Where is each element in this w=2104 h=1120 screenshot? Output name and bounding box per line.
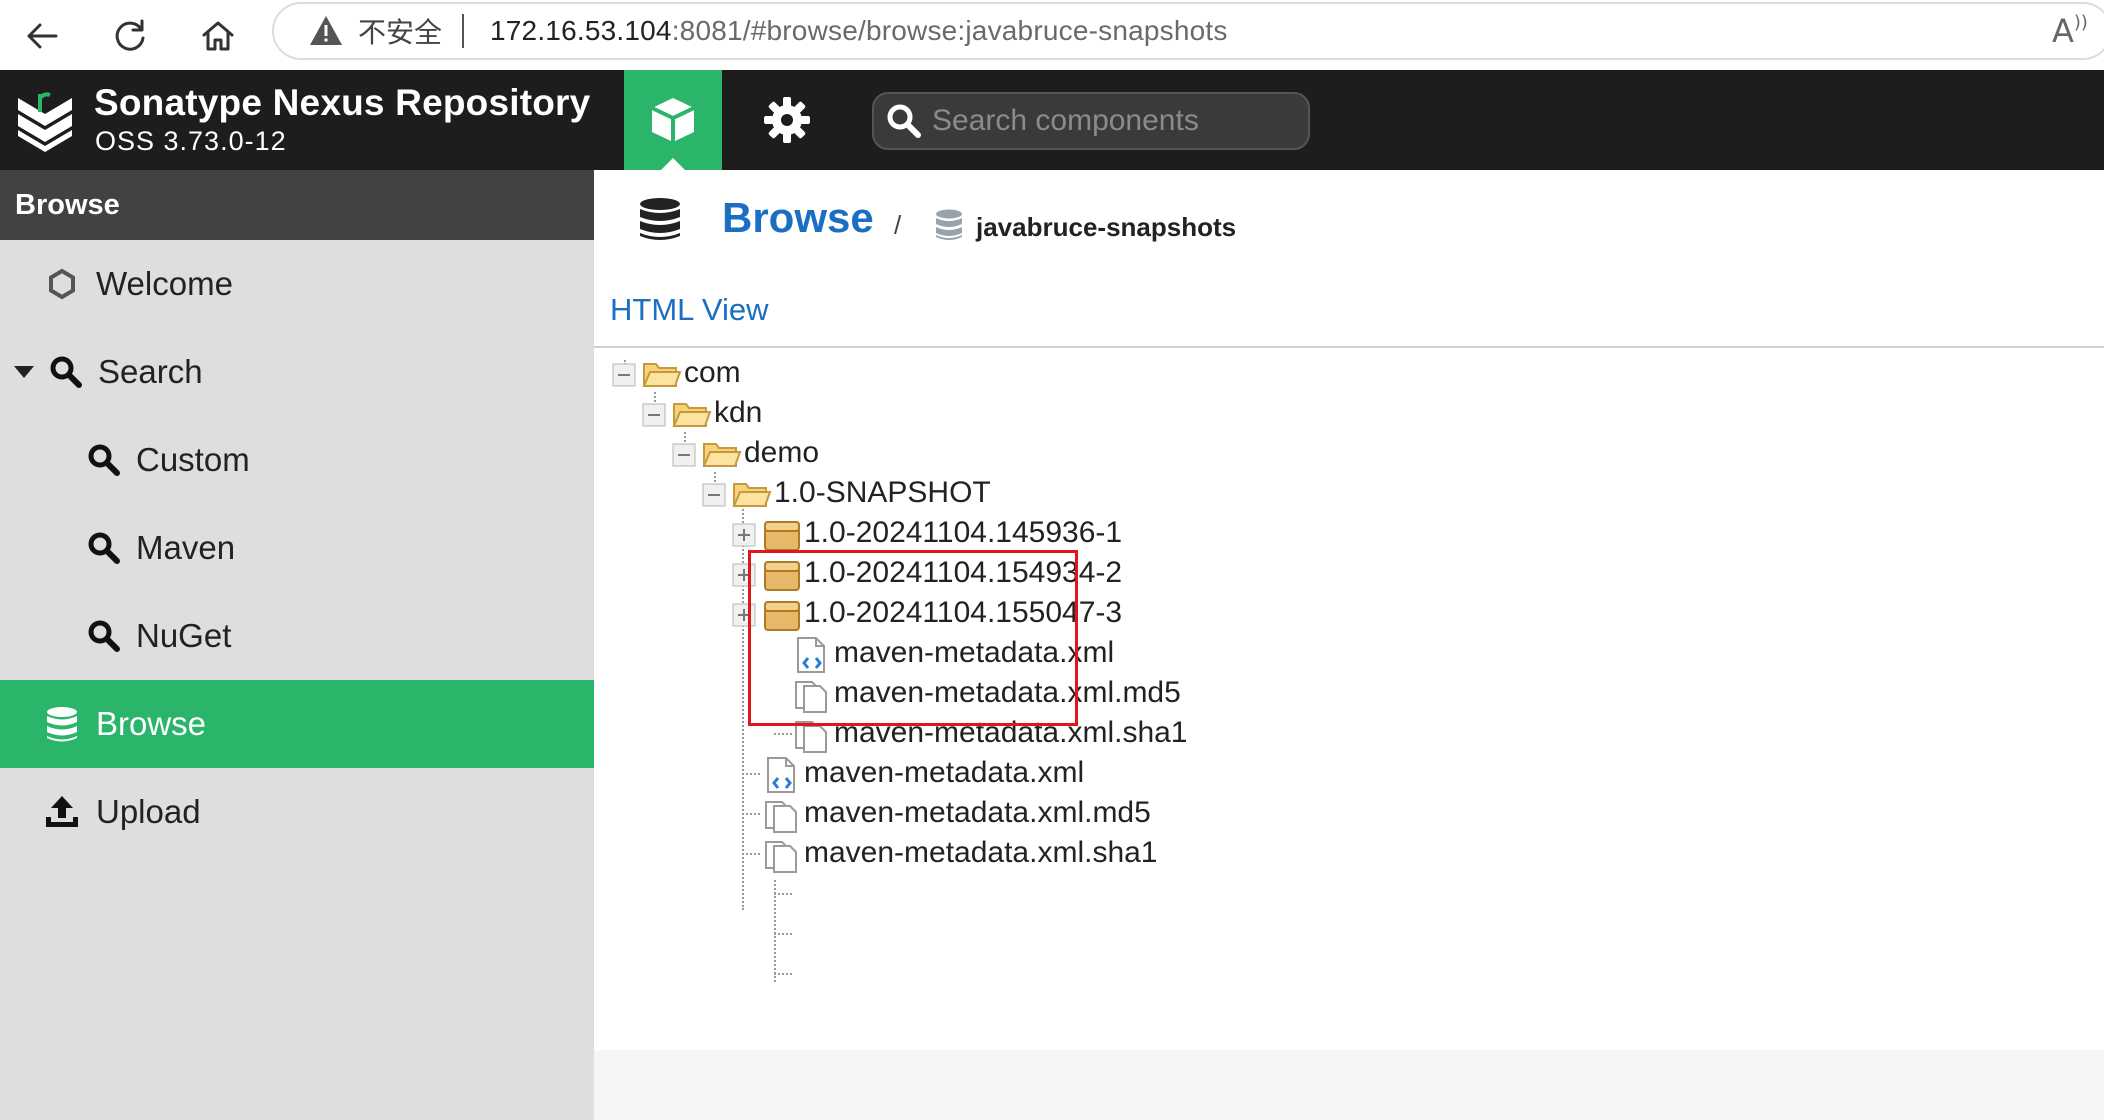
tree-node-label: 1.0-SNAPSHOT [774, 476, 991, 509]
sidebar-item-label: Upload [96, 793, 201, 830]
collapse-icon[interactable] [702, 483, 726, 507]
app-title: Sonatype Nexus Repository [94, 82, 591, 123]
sidebar-item-label: Welcome [96, 265, 233, 302]
tree-node-label: 1.0-20241104.145936-1 [804, 516, 1123, 549]
admin-mode-button[interactable] [738, 70, 836, 170]
browser-toolbar: 不安全 172.16.53.104:8081/#browse/browse:ja… [0, 0, 2104, 70]
breadcrumb-browse-link[interactable]: Browse [722, 194, 874, 242]
collapse-icon[interactable] [672, 443, 696, 467]
url-host: 172.16.53.104 [490, 15, 672, 46]
tree-node-label: maven-metadata.xml.sha1 [804, 836, 1158, 869]
address-separator [462, 14, 465, 48]
reload-button[interactable] [102, 8, 158, 64]
warning-icon[interactable] [308, 13, 344, 49]
app-version: OSS 3.73.0-12 [95, 126, 287, 156]
search-icon [84, 616, 124, 656]
sidebar-item-browse[interactable]: Browse [0, 680, 594, 768]
back-button[interactable] [14, 8, 70, 64]
expand-icon[interactable] [732, 523, 756, 547]
browse-panel: Browse / javabruce-snapshots HTML View c… [594, 170, 2104, 1050]
sidebar-heading: Browse [0, 170, 594, 240]
address-bar[interactable]: 不安全 172.16.53.104:8081/#browse/browse:ja… [272, 2, 2104, 60]
folder-open-icon [672, 403, 712, 427]
sidebar-item-search[interactable]: Search [0, 328, 594, 416]
folder-open-icon [642, 363, 682, 387]
repository-icon [936, 209, 962, 240]
folder-open-icon [732, 483, 772, 507]
highlight-box [748, 550, 1078, 726]
home-button[interactable] [190, 8, 246, 64]
security-label[interactable]: 不安全 [358, 11, 442, 51]
tree-node-label: maven-metadata.xml [804, 756, 1085, 789]
sidebar-item-label: NuGet [136, 617, 232, 654]
search-icon [84, 440, 124, 480]
sidebar-item-label: Maven [136, 529, 236, 566]
collapse-icon[interactable] [612, 363, 636, 387]
breadcrumb-separator: / [894, 210, 902, 240]
folder-open-icon [702, 443, 742, 467]
caret-down-icon[interactable] [14, 366, 34, 378]
tree-node-label: maven-metadata.xml.md5 [804, 796, 1151, 829]
collapse-icon[interactable] [642, 403, 666, 427]
browse-mode-button[interactable] [624, 70, 722, 170]
url-text[interactable]: 172.16.53.104:8081/#browse/browse:javabr… [490, 15, 1228, 47]
database-icon [42, 704, 82, 744]
search-icon [887, 104, 921, 138]
breadcrumb-repository: javabruce-snapshots [976, 212, 1237, 242]
hexagon-icon [42, 264, 82, 304]
upload-icon [42, 792, 82, 832]
reload-icon [115, 19, 145, 51]
html-view-link[interactable]: HTML View [610, 292, 768, 328]
sidebar: Browse Welcome Search Custom Maven NuGet [0, 170, 594, 1120]
breadcrumb: Browse / javabruce-snapshots [594, 170, 2104, 280]
sidebar-item-nuget[interactable]: NuGet [0, 592, 594, 680]
sidebar-item-custom[interactable]: Custom [0, 416, 594, 504]
tree-node-label: com [684, 356, 741, 389]
tree-node-label: kdn [714, 396, 763, 429]
sidebar-item-label: Custom [136, 441, 250, 478]
sidebar-item-welcome[interactable]: Welcome [0, 240, 594, 328]
sidebar-item-upload[interactable]: Upload [0, 768, 594, 856]
search-input[interactable] [932, 104, 1292, 138]
xml-file-icon [767, 757, 795, 793]
url-path: :8081/#browse/browse:javabruce-snapshots [671, 15, 1228, 46]
sonatype-logo-icon [18, 92, 72, 152]
active-indicator [661, 158, 685, 170]
cube-icon [651, 98, 695, 142]
file-copy-icon [765, 841, 797, 873]
search-icon [84, 528, 124, 568]
sidebar-item-label: Search [98, 353, 203, 390]
repository-tree: com kdn demo 1.0-SNAPSHOT 1.0-20241104.1… [594, 348, 2104, 1048]
database-icon [640, 198, 680, 240]
main-content: Browse / javabruce-snapshots HTML View c… [594, 170, 2104, 1120]
tree-node-label: demo [744, 436, 820, 469]
package-icon [764, 521, 800, 551]
app-header: Sonatype Nexus Repository OSS 3.73.0-12 [0, 70, 2104, 170]
sidebar-item-label: Browse [96, 705, 207, 742]
arrow-left-icon [27, 23, 58, 49]
sidebar-item-maven[interactable]: Maven [0, 504, 594, 592]
component-search[interactable] [872, 92, 1310, 150]
search-icon [46, 352, 86, 392]
file-copy-icon [765, 801, 797, 833]
gear-icon [764, 97, 810, 143]
home-icon [202, 21, 234, 51]
read-aloud-button[interactable]: A)) [2052, 12, 2088, 50]
